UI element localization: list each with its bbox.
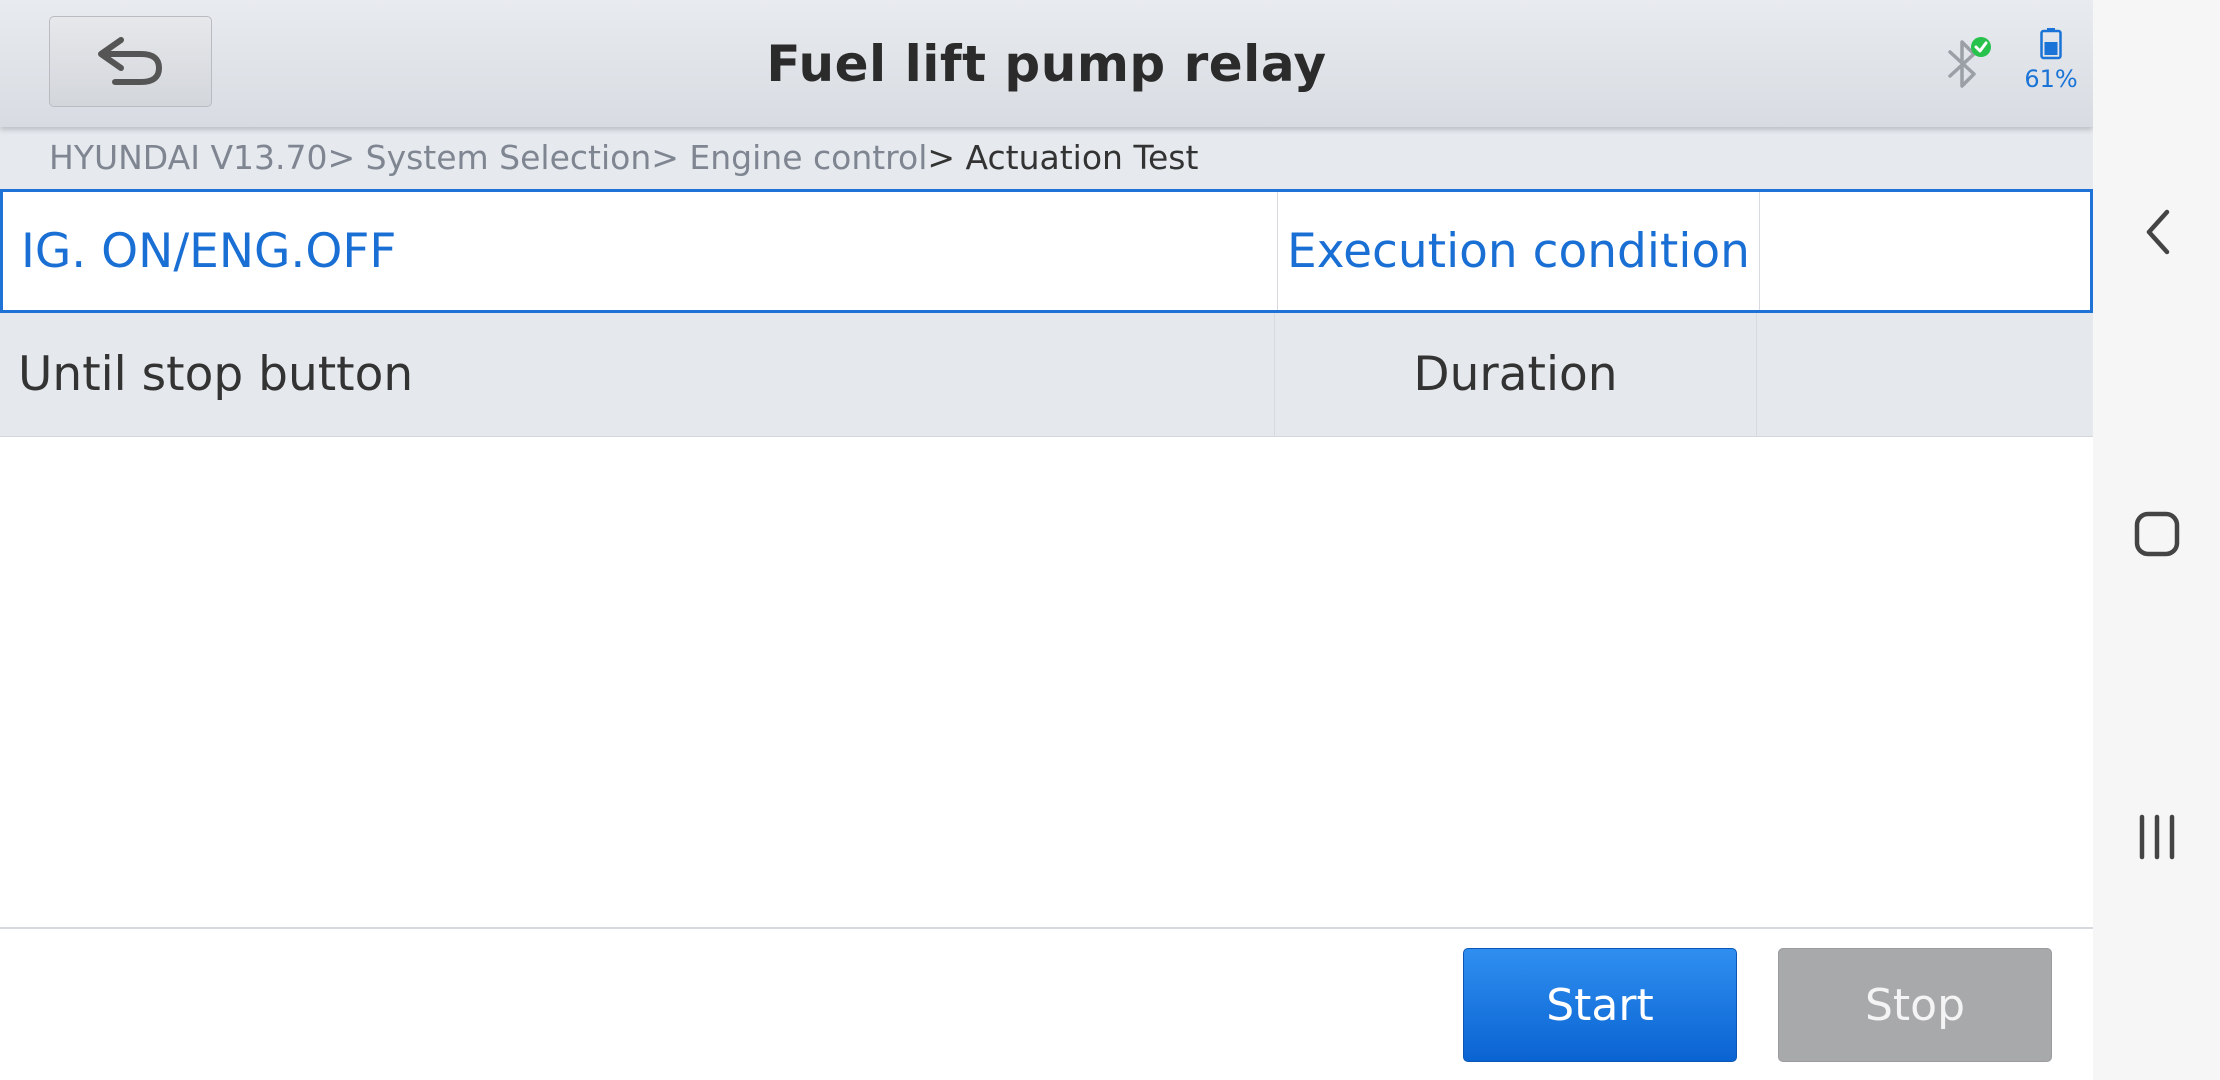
table-cell: Execution condition bbox=[1277, 192, 1759, 310]
table-row[interactable]: IG. ON/ENG.OFF Execution condition bbox=[0, 189, 2093, 313]
app-window: Fuel lift pump relay 61% HYUNDAI V13.70>… bbox=[0, 0, 2093, 1080]
home-square-icon bbox=[2134, 511, 2179, 557]
table-cell bbox=[1759, 192, 2090, 310]
back-arrow-icon bbox=[97, 36, 162, 85]
breadcrumb-current: > Actuation Test bbox=[927, 138, 1199, 177]
actuation-table: IG. ON/ENG.OFF Execution condition Until… bbox=[0, 189, 2093, 437]
breadcrumb-item[interactable]: > Engine control bbox=[651, 138, 927, 177]
breadcrumb: HYUNDAI V13.70> System Selection> Engine… bbox=[0, 127, 2093, 189]
android-nav-bar bbox=[2093, 0, 2220, 1080]
table-cell: Duration bbox=[1274, 313, 1756, 436]
table-row[interactable]: Until stop button Duration bbox=[0, 313, 2093, 437]
nav-back-button[interactable] bbox=[2093, 172, 2220, 292]
bluetooth-icon bbox=[1948, 37, 1991, 88]
header-bar: Fuel lift pump relay 61% bbox=[0, 0, 2093, 127]
page-title: Fuel lift pump relay bbox=[766, 34, 1327, 93]
back-button[interactable] bbox=[49, 16, 212, 107]
table-cell: Until stop button bbox=[18, 347, 414, 402]
battery-status: 61% bbox=[2016, 26, 2086, 100]
table-cell: IG. ON/ENG.OFF bbox=[21, 223, 397, 279]
stop-button[interactable]: Stop bbox=[1778, 948, 2052, 1062]
nav-home-button[interactable] bbox=[2093, 474, 2220, 594]
chevron-left-icon bbox=[2146, 209, 2169, 255]
battery-icon bbox=[2040, 28, 2062, 60]
recents-icon bbox=[2139, 814, 2174, 860]
start-button[interactable]: Start bbox=[1463, 948, 1737, 1062]
battery-percentage: 61% bbox=[2024, 65, 2078, 93]
bottom-divider bbox=[0, 927, 2093, 929]
breadcrumb-item[interactable]: > System Selection bbox=[328, 138, 652, 177]
table-cell bbox=[1756, 313, 2093, 436]
nav-recents-button[interactable] bbox=[2093, 777, 2220, 897]
breadcrumb-item[interactable]: HYUNDAI V13.70 bbox=[49, 138, 328, 177]
